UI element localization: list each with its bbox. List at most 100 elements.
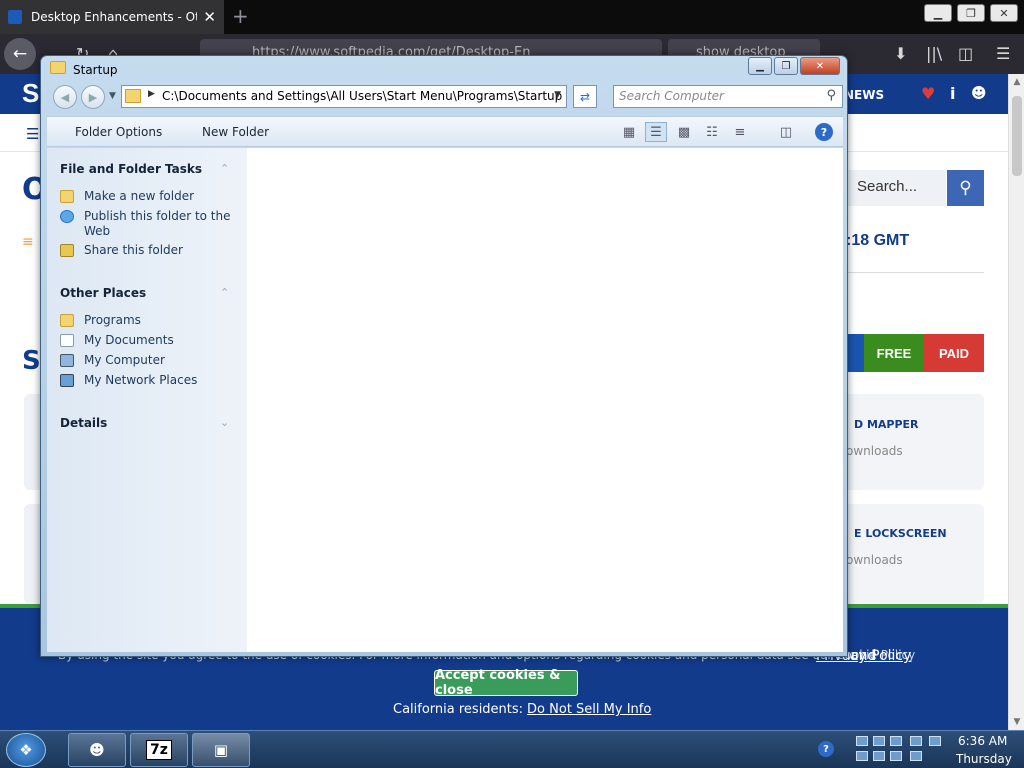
page-scrollbar[interactable]: ▲ ▼ — [1008, 74, 1024, 730]
library-icon[interactable]: ||\ — [926, 44, 942, 63]
forward-button[interactable]: ▶ — [81, 85, 105, 109]
taskbar-explorer[interactable]: ▣ — [192, 733, 250, 767]
info-icon[interactable]: i — [950, 84, 955, 103]
download-card[interactable]: E LOCKSCREEN ownloads — [846, 504, 984, 604]
accept-cookies-button[interactable]: Accept cookies & close — [434, 668, 578, 698]
minimize-button[interactable]: ▁ — [924, 4, 952, 22]
sidebar-icon[interactable]: ◫ — [958, 44, 973, 63]
task-publish-to-web[interactable]: Publish this folder to the Web — [60, 209, 240, 239]
taskbar: ❖ ☻ 7z ▣ ? 6:36 AM Thursday — [0, 730, 1024, 768]
folder-options-button[interactable]: Folder Options — [75, 125, 162, 139]
tiles-view-icon[interactable]: ≡ — [729, 122, 751, 142]
seven-zip-icon: 7z — [146, 740, 172, 760]
details-heading[interactable]: Details — [60, 416, 107, 430]
computer-icon — [60, 354, 74, 367]
start-button[interactable]: ❖ — [6, 733, 46, 767]
minimize-button[interactable]: ▁ — [748, 57, 772, 75]
address-path: C:\Documents and Settings\All Users\Star… — [162, 89, 563, 103]
tray-app-icon[interactable] — [929, 736, 941, 746]
close-button[interactable]: ✕ — [800, 57, 840, 75]
tray-app-icon[interactable] — [890, 736, 902, 746]
place-my-network-places[interactable]: My Network Places — [60, 373, 240, 388]
tray-app-icon[interactable] — [873, 751, 885, 761]
tray-help-icon[interactable]: ? — [818, 741, 834, 757]
scrollbar-thumb[interactable] — [1012, 96, 1022, 176]
task-label: Make a new folder — [84, 189, 195, 203]
expand-chevron-icon[interactable]: ⌄ — [220, 416, 229, 429]
download-icon[interactable]: ⬇ — [894, 44, 907, 63]
tab-title: Desktop Enhancements - Other — [31, 10, 197, 24]
new-folder-button[interactable]: New Folder — [202, 125, 269, 139]
back-arrow-icon[interactable]: ← — [4, 38, 36, 70]
folder-icon — [125, 89, 141, 103]
place-my-documents[interactable]: My Documents — [60, 333, 240, 348]
gmt-timestamp: :18 GMT — [846, 232, 910, 249]
tray-display-icon[interactable] — [910, 736, 922, 746]
back-button[interactable]: ◀ — [53, 85, 77, 109]
site-logo[interactable]: S — [22, 78, 39, 109]
details-view-icon[interactable]: ☰ — [645, 122, 667, 142]
clock-time[interactable]: 6:36 AM — [958, 734, 1007, 748]
list-view-icon[interactable]: ☷ — [701, 122, 723, 142]
maximize-button[interactable]: ❐ — [957, 4, 985, 22]
scroll-down-icon[interactable]: ▼ — [1009, 714, 1024, 730]
card-title: E LOCKSCREEN — [854, 527, 947, 540]
news-link[interactable]: NEWS — [844, 88, 884, 102]
help-icon[interactable]: ? — [815, 123, 833, 141]
other-places-heading[interactable]: Other Places — [60, 286, 146, 300]
explorer-window: Startup ▁ ❐ ✕ ◀ ▶ ▼ ▶ C:\Documents and S… — [40, 55, 848, 657]
user-icon[interactable]: ☻ — [971, 84, 987, 102]
site-search-button[interactable]: ⚲ — [947, 170, 984, 206]
hamburger-menu-icon[interactable]: ☰ — [26, 125, 39, 143]
tray-search-icon[interactable] — [910, 751, 922, 761]
refresh-icon[interactable]: ⇄ — [573, 85, 597, 108]
heart-icon[interactable]: ♥ — [921, 84, 935, 103]
browser-window-controls: ▁ ❐ ✕ — [924, 4, 1018, 22]
tab-all[interactable] — [846, 334, 864, 372]
share-icon — [60, 244, 74, 257]
address-bar[interactable]: ▶ C:\Documents and Settings\All Users\St… — [121, 85, 567, 108]
menu-icon[interactable]: ☰ — [996, 44, 1010, 63]
site-search-input[interactable]: Search... — [848, 170, 946, 206]
thumbnails-view-icon[interactable]: ▦ — [618, 122, 640, 142]
scroll-up-icon[interactable]: ▲ — [1009, 74, 1024, 90]
place-label: My Documents — [84, 333, 174, 347]
tab-paid[interactable]: PAID — [924, 334, 984, 372]
address-dropdown-icon[interactable]: ▼ — [554, 90, 561, 100]
softpedia-favicon-icon — [8, 10, 22, 24]
tray-app-icon[interactable] — [890, 751, 902, 761]
place-programs[interactable]: Programs — [60, 313, 240, 328]
tab-free[interactable]: FREE — [864, 334, 924, 372]
task-make-new-folder[interactable]: Make a new folder — [60, 189, 240, 204]
preview-pane-icon[interactable]: ◫ — [775, 122, 797, 142]
search-placeholder: Search Computer — [619, 89, 724, 103]
maximize-button[interactable]: ❐ — [774, 57, 798, 75]
file-list-area[interactable] — [247, 148, 843, 652]
tray-network-icon[interactable] — [856, 736, 868, 746]
place-my-computer[interactable]: My Computer — [60, 353, 240, 368]
collapse-chevron-icon[interactable]: ⌃ — [220, 162, 229, 175]
browser-tab[interactable]: Desktop Enhancements - Other ✕ — [0, 0, 224, 34]
tab-close-icon[interactable]: ✕ — [203, 8, 216, 26]
taskbar-7zip[interactable]: 7z — [130, 733, 188, 767]
taskbar-raccoon-app[interactable]: ☻ — [68, 733, 126, 767]
clock-day[interactable]: Thursday — [956, 752, 1012, 766]
documents-icon — [60, 334, 74, 347]
tray-app-icon[interactable] — [873, 736, 885, 746]
search-icon[interactable]: ⚲ — [826, 88, 836, 103]
search-input[interactable]: Search Computer ⚲ — [613, 85, 843, 108]
icons-view-icon[interactable]: ▩ — [673, 122, 695, 142]
collapse-chevron-icon[interactable]: ⌃ — [220, 286, 229, 299]
file-folder-tasks-heading[interactable]: File and Folder Tasks — [60, 162, 202, 176]
globe-icon — [60, 210, 74, 223]
tray-app-icon[interactable] — [856, 751, 868, 761]
task-share-folder[interactable]: Share this folder — [60, 243, 240, 258]
place-label: My Network Places — [84, 373, 198, 387]
do-not-sell-link[interactable]: Do Not Sell My Info — [527, 702, 651, 717]
close-button[interactable]: ✕ — [990, 4, 1018, 22]
new-tab-button[interactable]: + — [232, 4, 249, 28]
breadcrumb-arrow-icon[interactable]: ▶ — [148, 89, 155, 99]
rss-icon[interactable]: ≡ — [22, 234, 34, 250]
download-card[interactable]: D MAPPER ownloads — [846, 394, 984, 490]
recent-pages-chevron-icon[interactable]: ▼ — [109, 91, 116, 101]
